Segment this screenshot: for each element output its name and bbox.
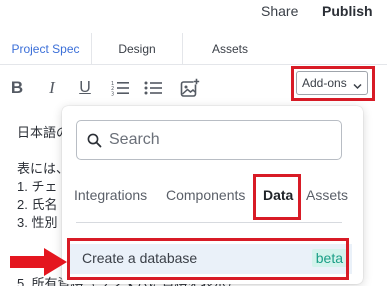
addon-category-tabs: Integrations Components Data Assets bbox=[62, 178, 363, 218]
bulleted-list-icon[interactable] bbox=[143, 77, 163, 99]
tab-design[interactable]: Design bbox=[92, 33, 183, 65]
search-box[interactable] bbox=[76, 120, 342, 160]
addons-dropdown[interactable]: Add-ons bbox=[296, 71, 368, 95]
share-button[interactable]: Share bbox=[261, 3, 298, 19]
tab-integrations[interactable]: Integrations bbox=[74, 187, 147, 203]
data-tab-highlight-box bbox=[253, 174, 301, 220]
svg-text:3: 3 bbox=[111, 92, 114, 97]
search-icon bbox=[87, 133, 102, 153]
search-input[interactable] bbox=[109, 129, 329, 151]
addons-label: Add-ons bbox=[302, 76, 347, 90]
add-image-icon[interactable] bbox=[180, 77, 200, 99]
numbered-list-icon[interactable]: 1 2 3 bbox=[110, 77, 130, 99]
tab-bar: Project Spec Design Assets bbox=[0, 33, 387, 65]
top-header: Share Publish bbox=[0, 0, 387, 26]
tab-assets-addon[interactable]: Assets bbox=[306, 187, 348, 203]
divider bbox=[76, 222, 342, 223]
chevron-down-icon bbox=[353, 79, 362, 93]
tab-project-spec[interactable]: Project Spec bbox=[0, 33, 92, 65]
create-database-highlight-box bbox=[67, 238, 349, 280]
underline-button[interactable]: U bbox=[76, 77, 94, 99]
red-arrow-icon bbox=[10, 247, 68, 277]
italic-button[interactable]: I bbox=[44, 77, 60, 99]
publish-button[interactable]: Publish bbox=[322, 3, 373, 19]
tab-components[interactable]: Components bbox=[166, 187, 245, 203]
tab-assets[interactable]: Assets bbox=[183, 33, 277, 65]
bold-button[interactable]: B bbox=[8, 77, 26, 99]
